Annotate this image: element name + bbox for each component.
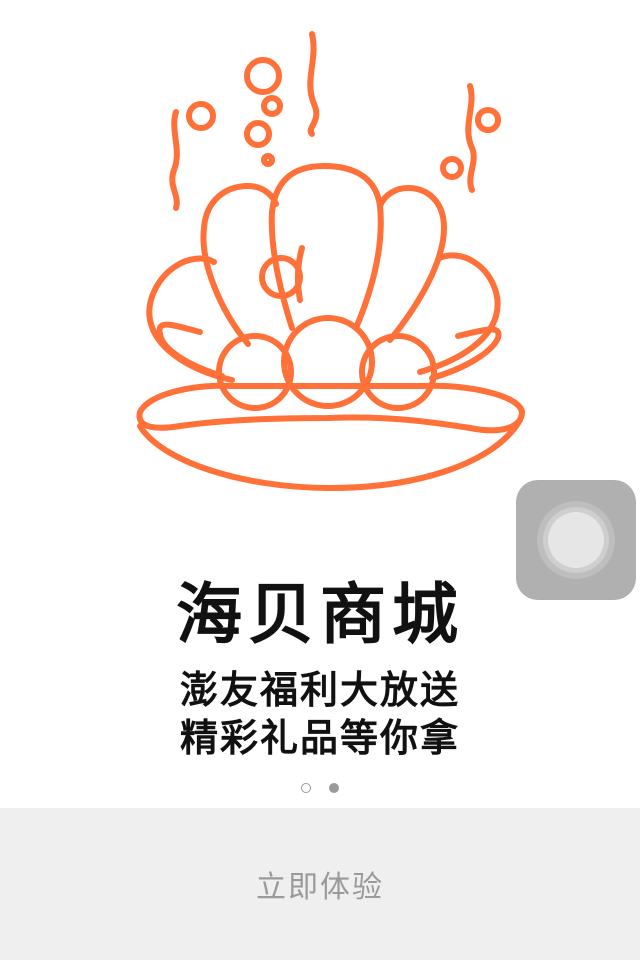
shell-pearl-icon (136, 31, 525, 491)
page-dot-2-active[interactable] (329, 783, 339, 793)
start-experience-label: 立即体验 (256, 870, 384, 905)
page-indicator (0, 783, 640, 799)
onboarding-screen: 海贝商城 澎友福利大放送 精彩礼品等你拿 立即体验 (0, 0, 640, 960)
assistive-touch-button[interactable] (516, 480, 636, 600)
page-dot-1[interactable] (301, 783, 311, 793)
promo-line-1: 澎友福利大放送 (179, 668, 460, 712)
promo-line-2: 精彩礼品等你拿 (179, 716, 460, 760)
assistive-ring-outer (537, 501, 615, 579)
start-experience-button[interactable]: 立即体验 (0, 808, 640, 960)
assistive-core (548, 512, 604, 568)
assistive-ring-inner (543, 507, 609, 573)
